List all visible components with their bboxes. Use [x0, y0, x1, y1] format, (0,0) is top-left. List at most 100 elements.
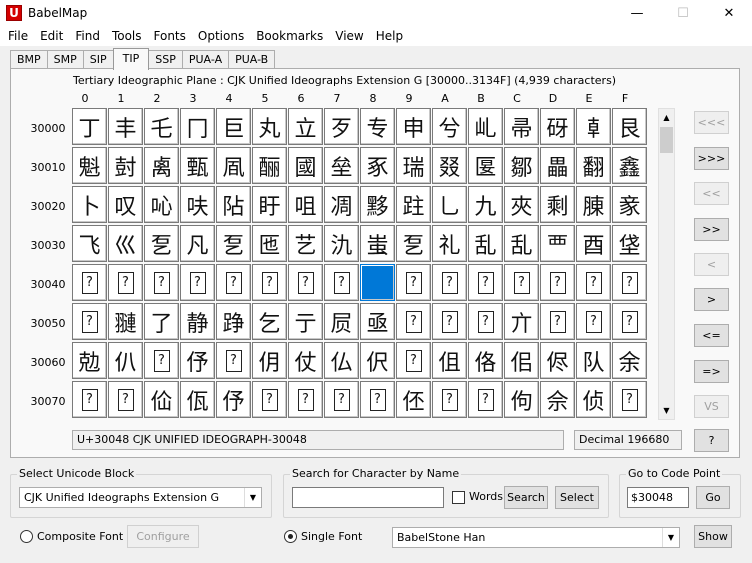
character-cell[interactable]: 艺 — [288, 225, 323, 262]
character-cell[interactable]: 艮 — [612, 108, 647, 145]
configure-button[interactable]: Configure — [127, 525, 199, 548]
character-cell[interactable]: ? — [252, 381, 287, 418]
tab-pua-a[interactable]: PUA-A — [182, 50, 229, 69]
character-cell[interactable]: 歹 — [324, 108, 359, 145]
tab-sip[interactable]: SIP — [83, 50, 114, 69]
tab-smp[interactable]: SMP — [47, 50, 84, 69]
character-cell[interactable]: 亣 — [504, 303, 539, 340]
minimize-button[interactable]: — — [614, 0, 660, 26]
character-cell[interactable]: ? — [144, 264, 179, 301]
character-cell[interactable]: 仈 — [108, 342, 143, 379]
character-cell[interactable]: 酉 — [576, 225, 611, 262]
character-cell[interactable]: 伾 — [396, 381, 431, 418]
composite-font-radio[interactable] — [20, 530, 33, 543]
character-cell[interactable]: 队 — [576, 342, 611, 379]
words-checkbox[interactable] — [452, 491, 465, 504]
character-cell[interactable]: 國 — [288, 147, 323, 184]
nav-button[interactable]: >>> — [694, 147, 729, 170]
character-cell[interactable]: 阽 — [216, 186, 251, 223]
character-cell[interactable]: 乱 — [468, 225, 503, 262]
menu-file[interactable]: File — [2, 29, 34, 43]
unicode-block-select[interactable]: CJK Unified Ideographs Extension G ▼ — [19, 487, 262, 508]
character-cell[interactable]: 佘 — [540, 381, 575, 418]
character-cell[interactable]: ? — [360, 381, 395, 418]
chevron-down-icon[interactable]: ▼ — [662, 528, 679, 547]
character-cell[interactable]: 飞 — [72, 225, 107, 262]
character-cell[interactable]: 屃 — [324, 303, 359, 340]
character-cell[interactable]: 丰 — [108, 108, 143, 145]
character-cell[interactable]: ? — [576, 264, 611, 301]
character-cell[interactable]: ? — [288, 381, 323, 418]
character-cell[interactable]: 乭 — [216, 225, 251, 262]
character-cell[interactable]: 乱 — [504, 225, 539, 262]
character-cell[interactable]: 仏 — [324, 342, 359, 379]
character-cell[interactable]: 巨 — [216, 108, 251, 145]
character-cell[interactable]: 匽 — [468, 147, 503, 184]
character-cell[interactable]: 仴 — [252, 342, 287, 379]
character-cell[interactable]: 乇 — [144, 108, 179, 145]
character-cell[interactable]: 禼 — [144, 147, 179, 184]
character-cell[interactable]: 覀 — [540, 225, 575, 262]
character-cell[interactable]: 佀 — [504, 342, 539, 379]
character-cell[interactable]: 踭 — [216, 303, 251, 340]
code-point-input[interactable]: $30048 — [627, 487, 689, 508]
select-button[interactable]: Select — [555, 486, 599, 509]
character-cell[interactable]: 佡 — [144, 381, 179, 418]
search-button[interactable]: Search — [504, 486, 548, 509]
character-cell[interactable]: 黟 — [360, 186, 395, 223]
character-cell[interactable]: 翴 — [108, 303, 143, 340]
character-cell[interactable]: 佝 — [504, 381, 539, 418]
character-cell[interactable]: 𠓄 — [360, 264, 395, 301]
character-cell[interactable]: 乢 — [468, 108, 503, 145]
character-cell[interactable]: 蚩 — [360, 225, 395, 262]
character-cell[interactable]: ? — [432, 264, 467, 301]
character-cell[interactable]: 夾 — [504, 186, 539, 223]
character-cell[interactable]: 兮 — [432, 108, 467, 145]
character-cell[interactable]: ? — [108, 381, 143, 418]
character-cell[interactable]: ? — [432, 303, 467, 340]
character-cell[interactable]: 跓 — [396, 186, 431, 223]
character-cell[interactable]: ? — [216, 342, 251, 379]
character-cell[interactable]: 礼 — [432, 225, 467, 262]
character-cell[interactable]: ? — [540, 303, 575, 340]
character-cell[interactable]: 氿 — [324, 225, 359, 262]
character-cell[interactable]: 伬 — [360, 342, 395, 379]
character-cell[interactable]: 巛 — [108, 225, 143, 262]
nav-button[interactable]: VS — [694, 395, 729, 418]
scroll-thumb[interactable] — [660, 127, 673, 153]
menu-edit[interactable]: Edit — [34, 29, 69, 43]
character-cell[interactable]: 凡 — [180, 225, 215, 262]
character-cell[interactable]: ? — [468, 303, 503, 340]
character-cell[interactable]: 畾 — [540, 147, 575, 184]
character-cell[interactable]: ? — [576, 303, 611, 340]
character-cell[interactable]: 豙 — [612, 186, 647, 223]
character-cell[interactable]: 魁 — [72, 147, 107, 184]
character-cell[interactable]: 丁 — [72, 108, 107, 145]
menu-options[interactable]: Options — [192, 29, 250, 43]
character-cell[interactable]: 豖 — [360, 147, 395, 184]
character-cell[interactable]: ? — [396, 303, 431, 340]
character-cell[interactable]: 冂 — [180, 108, 215, 145]
character-cell[interactable]: ? — [612, 381, 647, 418]
chevron-down-icon[interactable]: ▼ — [244, 488, 261, 507]
character-cell[interactable]: ? — [468, 381, 503, 418]
nav-button[interactable]: << — [694, 182, 729, 205]
character-cell[interactable]: ? — [468, 264, 503, 301]
tab-tip[interactable]: TIP — [113, 48, 150, 70]
character-cell[interactable]: ? — [324, 381, 359, 418]
character-cell[interactable]: ? — [72, 303, 107, 340]
character-cell[interactable]: ? — [108, 264, 143, 301]
character-cell[interactable]: 伹 — [432, 342, 467, 379]
character-cell[interactable]: 申 — [396, 108, 431, 145]
character-cell[interactable]: ? — [324, 264, 359, 301]
character-cell[interactable]: 鑫 — [612, 147, 647, 184]
character-cell[interactable]: 砑 — [540, 108, 575, 145]
character-cell[interactable]: ? — [396, 342, 431, 379]
search-input[interactable] — [292, 487, 444, 508]
character-cell[interactable]: ? — [252, 264, 287, 301]
character-cell[interactable]: ? — [144, 342, 179, 379]
show-button[interactable]: Show — [694, 525, 732, 548]
character-cell[interactable]: ? — [504, 264, 539, 301]
character-cell[interactable]: 凮 — [216, 147, 251, 184]
character-cell[interactable]: 侦 — [576, 381, 611, 418]
